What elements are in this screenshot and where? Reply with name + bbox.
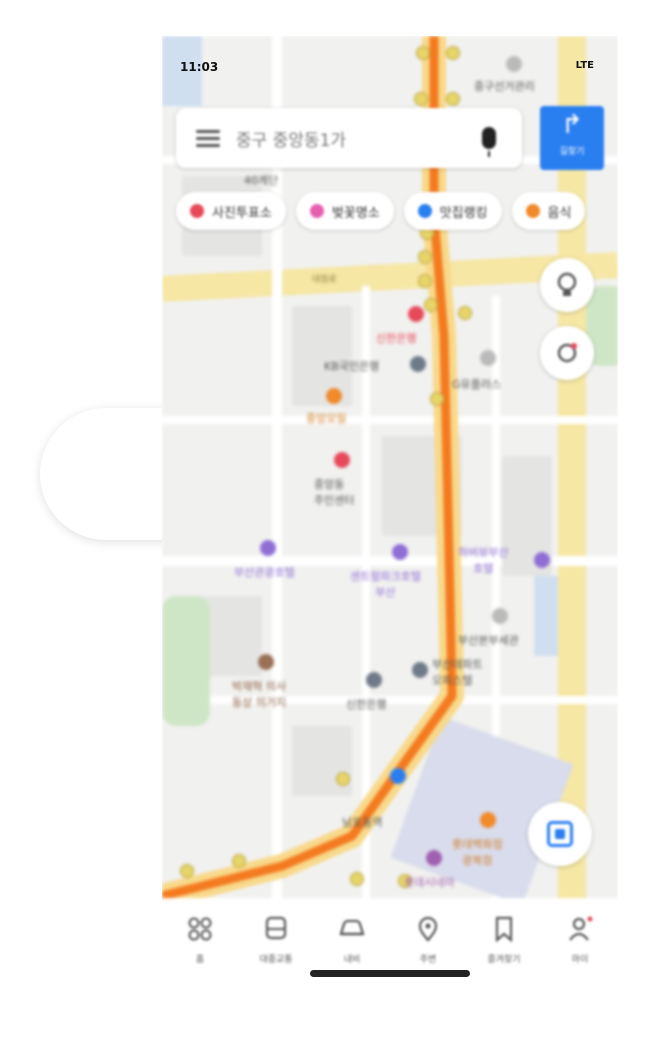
poi-icon[interactable] [410,356,426,372]
search-bar[interactable]: 중구 중앙동1가 [176,108,522,168]
poi-label: 중앙동 주민센터 [314,478,355,507]
person-icon [569,916,593,941]
phone-screen: 중구선거관리 40계단 대청로 신한은행 KB국민은행 G유플러스 중앙모밀 중… [162,36,618,1036]
poi-label: KB국민은행 [324,360,380,373]
chip-label: 사진투표소 [212,205,272,221]
home-indicator[interactable] [310,970,470,977]
poi-label: 중구선거관리 [474,80,535,93]
poi-label: 남포동역 [342,816,383,829]
poi-icon[interactable] [392,544,408,560]
poi-label: 하버뷰부산 호텔 [458,546,509,575]
nav-home[interactable]: 홈 [165,908,235,980]
poi-icon[interactable] [492,608,508,624]
menu-icon[interactable] [196,129,220,147]
poi-label: 부산본부세관 [458,634,519,647]
chip-food[interactable]: 음식 [511,192,586,230]
subway-icon[interactable] [390,768,406,784]
poi-icon[interactable] [260,540,276,556]
nav-label: 내비 [343,955,361,965]
status-signal: LTE [575,60,594,71]
street-label: 대청로 [312,275,337,285]
poi-label: 중앙모밀 [306,412,347,425]
nav-label: 즐겨찾기 [487,955,521,965]
nav-favorites[interactable]: 즐겨찾기 [469,908,539,980]
grid-icon [188,917,212,941]
status-time: 11:03 [180,60,219,74]
poi-label: 박재혁 의사 동상 의거지 [232,680,287,709]
poi-label: 롯데백화점 광복점 [452,838,503,867]
nav-label: 홈 [195,955,205,965]
location-icon [547,821,573,847]
flower-icon [309,204,324,218]
chip-label: 음식 [547,205,572,221]
poi-icon[interactable] [534,552,550,568]
nav-label: 대중교통 [259,955,293,965]
crown-icon [417,204,432,218]
nav-label: 주변 [419,955,437,965]
search-query[interactable]: 중구 중앙동1가 [236,126,482,151]
directions-label: 길찾기 [559,147,585,157]
turn-arrow-icon: ↱ [561,110,583,140]
poi-icon[interactable] [334,452,350,468]
flag-icon [525,204,540,218]
nav-my[interactable]: 마이 [545,908,615,980]
poi-icon[interactable] [408,306,424,322]
poi-label: G유플러스 [452,378,502,391]
chip-restaurant-ranking[interactable]: 맛집랭킹 [403,192,502,230]
bus-icon [265,916,287,940]
poi-label: 롯데시네마 [404,876,455,889]
poi-icon[interactable] [480,350,496,366]
pin-icon [418,916,438,942]
poi-label: 40계단 [244,174,279,187]
poi-label: 부산데파트 오피스텔 [432,658,483,687]
poi-icon[interactable] [326,388,342,404]
car-icon [339,919,365,936]
category-chips: 사진투표소 벚꽃명소 맛집랭킹 음식 [176,192,586,230]
poi-icon[interactable] [426,850,442,866]
bookmark-icon [495,916,513,943]
poi-icon[interactable] [258,654,274,670]
chip-photo-vote[interactable]: 사진투표소 [176,192,286,230]
chip-label: 벚꽃명소 [331,205,380,221]
lightbulb-icon [557,272,577,296]
chip-icon [190,204,204,218]
lightbulb-button[interactable] [540,258,594,312]
poi-label: 부산관광호텔 [234,566,295,579]
layers-icon [557,343,577,363]
microphone-icon[interactable] [482,127,496,157]
poi-icon[interactable] [412,662,428,678]
poi-icon[interactable] [366,672,382,688]
layers-button[interactable] [540,326,594,380]
nav-label: 마이 [571,955,589,965]
chip-cherry-blossom[interactable]: 벚꽃명소 [295,192,394,230]
poi-icon[interactable] [480,812,496,828]
current-location-button[interactable] [528,802,592,866]
poi-label: 센트럴파크호텔 부산 [350,570,421,599]
directions-button[interactable]: ↱ 길찾기 [540,106,604,170]
chip-label: 맛집랭킹 [439,205,488,221]
poi-icon[interactable] [506,56,522,72]
nav-transit[interactable]: 대중교통 [241,908,311,980]
poi-label: 신한은행 [346,698,387,711]
poi-label: 신한은행 [376,332,417,345]
